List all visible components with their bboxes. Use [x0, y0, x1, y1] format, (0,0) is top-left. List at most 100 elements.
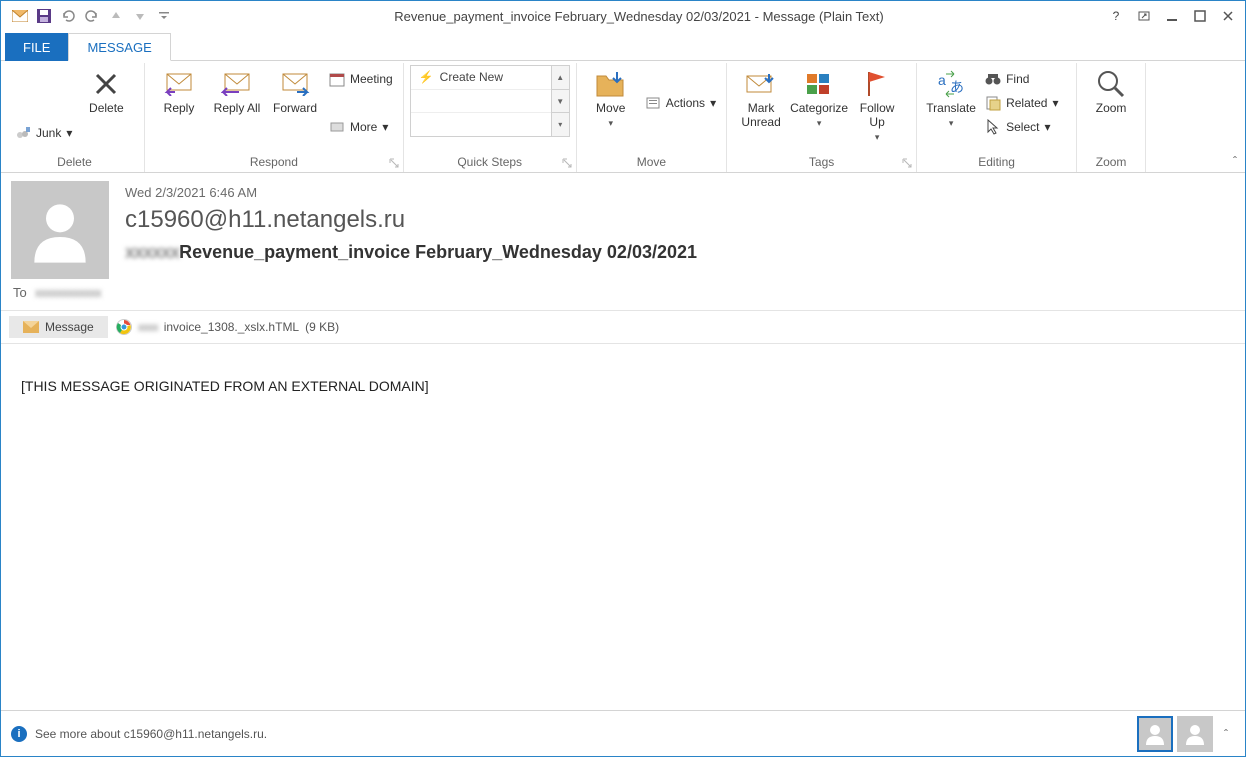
qat-customize-icon[interactable] — [153, 5, 175, 27]
follow-up-button[interactable]: Follow Up ▾ — [849, 65, 905, 142]
chevron-down-icon: ▾ — [608, 118, 613, 128]
group-label-delete: Delete — [11, 155, 138, 172]
group-label-quicksteps: Quick Steps — [410, 155, 570, 172]
message-header: Wed 2/3/2021 6:46 AM c15960@h11.netangel… — [1, 173, 1245, 279]
status-text: See more about c15960@h11.netangels.ru. — [35, 727, 267, 741]
forward-icon — [279, 68, 311, 100]
related-button[interactable]: Related ▾ — [981, 91, 1062, 115]
reply-all-button[interactable]: Reply All — [209, 65, 265, 116]
find-button[interactable]: Find — [981, 67, 1062, 91]
mark-unread-button[interactable]: Mark Unread — [733, 65, 789, 130]
info-icon[interactable]: i — [11, 726, 27, 742]
group-label-tags: Tags — [733, 155, 910, 172]
reply-button[interactable]: Reply — [151, 65, 207, 116]
zoom-label: Zoom — [1096, 102, 1127, 116]
to-label: To — [13, 285, 27, 300]
svg-text:a: a — [938, 72, 946, 88]
delete-button[interactable]: Delete — [78, 65, 134, 116]
create-new-label: Create New — [440, 70, 503, 84]
collapse-ribbon-icon[interactable]: ˆ — [1233, 154, 1237, 168]
close-icon[interactable] — [1215, 5, 1241, 27]
meeting-icon — [329, 71, 345, 87]
cursor-icon — [985, 119, 1001, 135]
delete-label: Delete — [89, 102, 124, 116]
translate-icon: aあ — [935, 68, 967, 100]
quickstep-create-new[interactable]: ⚡ Create New — [411, 66, 569, 90]
attachment-size: (9 KB) — [305, 320, 339, 334]
people-pane-expand-icon[interactable]: ˆ — [1217, 716, 1235, 752]
chevron-down-icon: ▾ — [949, 118, 954, 128]
follow-up-label: Follow Up — [851, 102, 903, 130]
mark-unread-label: Mark Unread — [735, 102, 787, 130]
window-title: Revenue_payment_invoice February_Wednesd… — [175, 9, 1103, 24]
select-button[interactable]: Select ▾ — [981, 115, 1062, 139]
message-tab[interactable]: Message — [9, 316, 108, 338]
more-label: More — [350, 120, 377, 134]
people-pane: ˆ — [1137, 716, 1235, 752]
translate-button[interactable]: aあ Translate ▾ — [923, 65, 979, 128]
zoom-button[interactable]: Zoom — [1083, 65, 1139, 116]
down-arrow-icon[interactable] — [129, 5, 151, 27]
junk-label: Junk — [36, 126, 61, 140]
dialog-launcher-icon[interactable] — [562, 158, 572, 168]
categorize-icon — [803, 68, 835, 100]
actions-label: Actions — [666, 96, 705, 110]
find-label: Find — [1006, 72, 1029, 86]
ribbon-tabs: FILE MESSAGE — [1, 31, 1245, 61]
people-thumb-selected[interactable] — [1137, 716, 1173, 752]
chevron-down-icon: ▾ — [875, 132, 880, 142]
actions-icon — [645, 95, 661, 111]
envelope-icon[interactable] — [9, 5, 31, 27]
quicksteps-spinner[interactable]: ▲▼▾ — [551, 66, 569, 136]
envelope-small-icon — [23, 321, 39, 333]
move-folder-icon — [595, 68, 627, 100]
attachment-item[interactable]: xxxx invoice_1308._xslx.hTML (9 KB) — [116, 319, 339, 335]
group-label-zoom: Zoom — [1083, 155, 1139, 172]
forward-label: Forward — [273, 102, 317, 116]
move-button[interactable]: Move ▾ — [583, 65, 639, 128]
related-label: Related — [1006, 96, 1047, 110]
people-thumb[interactable] — [1177, 716, 1213, 752]
message-date: Wed 2/3/2021 6:46 AM — [125, 185, 1235, 200]
more-respond-button[interactable]: More ▾ — [325, 115, 397, 139]
message-body: [THIS MESSAGE ORIGINATED FROM AN EXTERNA… — [1, 344, 1245, 710]
redacted-prefix: xxxxxx — [125, 242, 179, 263]
meeting-label: Meeting — [350, 72, 393, 86]
categorize-button[interactable]: Categorize ▾ — [791, 65, 847, 128]
reply-all-icon — [221, 68, 253, 100]
mark-unread-icon — [745, 68, 777, 100]
forward-button[interactable]: Forward — [267, 65, 323, 116]
undo-icon[interactable] — [57, 5, 79, 27]
junk-button[interactable]: Junk ▾ — [11, 121, 76, 145]
title-bar: Revenue_payment_invoice February_Wednesd… — [1, 1, 1245, 31]
maximize-icon[interactable] — [1187, 5, 1213, 27]
message-from: c15960@h11.netangels.ru — [125, 206, 1235, 234]
to-row: To xxxxxxxxxxxx — [1, 279, 1245, 310]
tab-file[interactable]: FILE — [5, 33, 68, 61]
translate-label: Translate — [926, 102, 976, 116]
move-label: Move — [596, 102, 625, 116]
select-label: Select — [1006, 120, 1039, 134]
minimize-icon[interactable] — [1159, 5, 1185, 27]
dialog-launcher-icon[interactable] — [902, 158, 912, 168]
quicksteps-gallery[interactable]: ⚡ Create New ▲▼▾ — [410, 65, 570, 137]
group-label-respond: Respond — [151, 155, 397, 172]
message-subject: xxxxxxRevenue_payment_invoice February_W… — [125, 242, 1235, 263]
actions-button[interactable]: Actions ▾ — [641, 91, 720, 115]
junk-icon — [15, 125, 31, 141]
reply-label: Reply — [164, 102, 195, 116]
dialog-launcher-icon[interactable] — [389, 158, 399, 168]
delete-icon — [90, 68, 122, 100]
redo-icon[interactable] — [81, 5, 103, 27]
chevron-down-icon: ▾ — [1052, 96, 1058, 110]
tab-message[interactable]: MESSAGE — [68, 33, 170, 61]
ribbon-display-icon[interactable] — [1131, 5, 1157, 27]
flag-icon — [861, 68, 893, 100]
meeting-button[interactable]: Meeting — [325, 67, 397, 91]
chrome-icon — [116, 319, 132, 335]
up-arrow-icon[interactable] — [105, 5, 127, 27]
help-icon[interactable]: ? — [1103, 5, 1129, 27]
status-bar: i See more about c15960@h11.netangels.ru… — [1, 710, 1245, 756]
save-icon[interactable] — [33, 5, 55, 27]
redacted-to: xxxxxxxxxxxx — [35, 285, 101, 300]
